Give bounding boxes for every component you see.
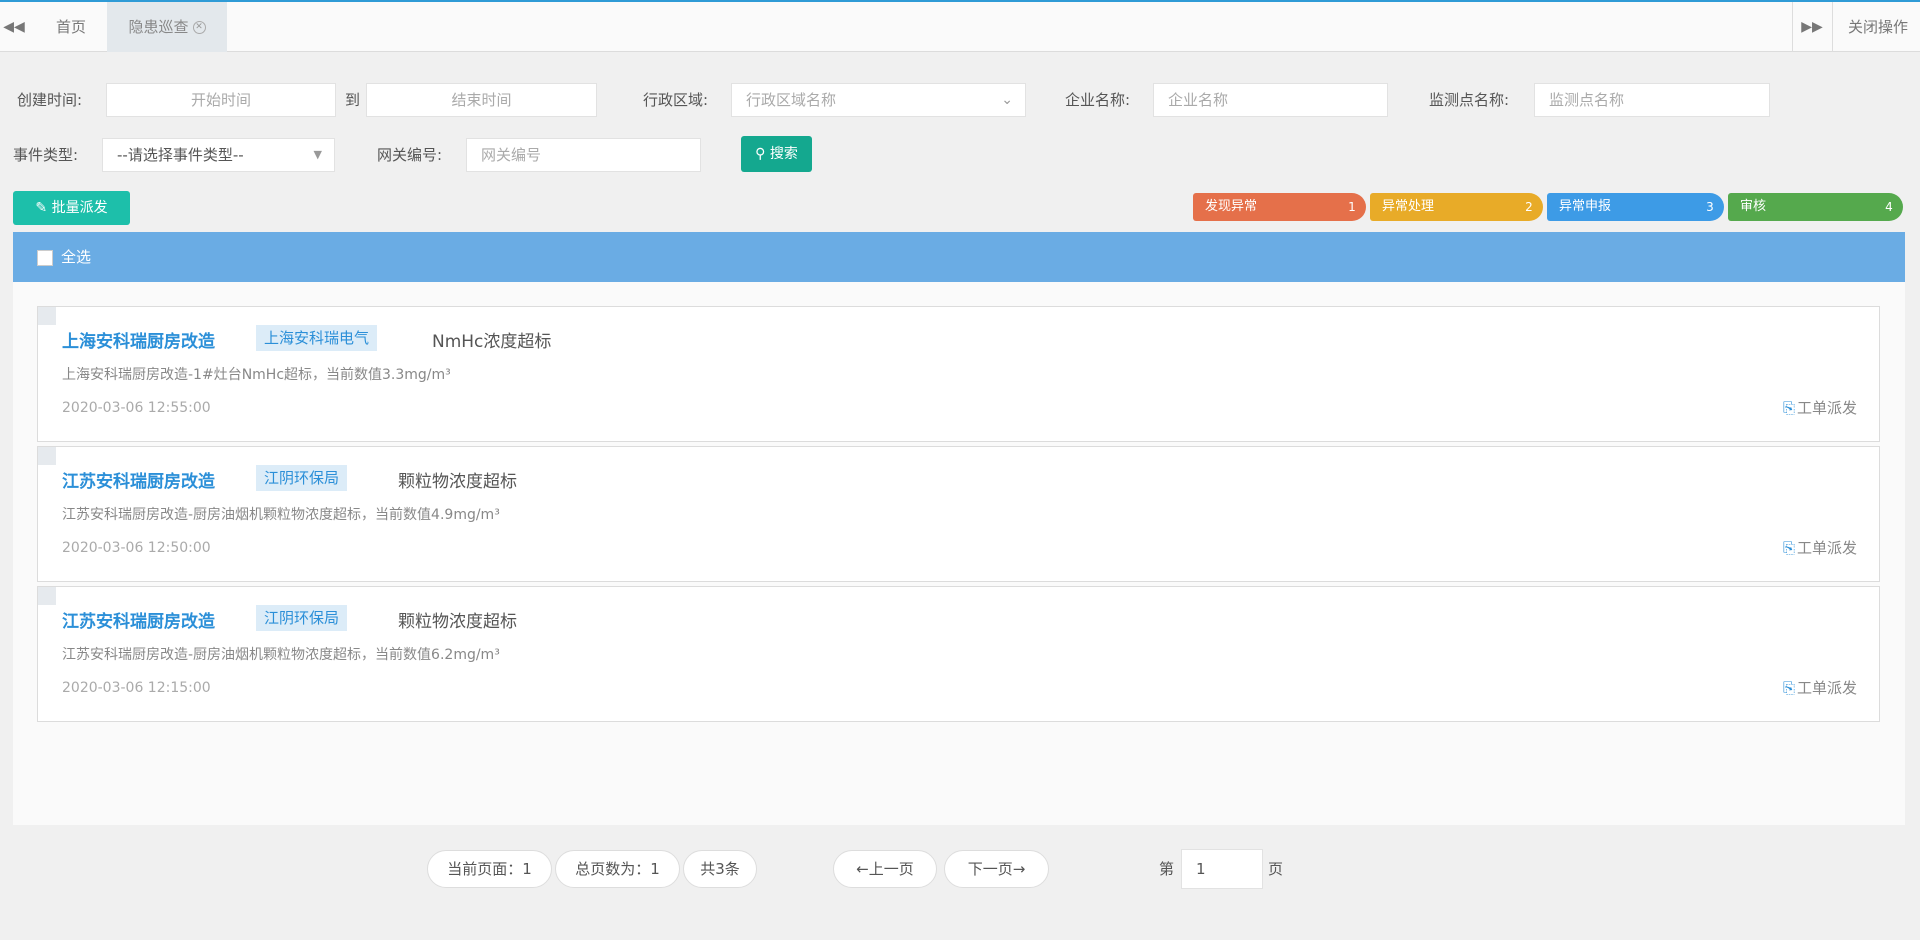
work-order-dispatch-link[interactable]: ⎘ 工单派发: [1783, 537, 1857, 558]
total-count-indicator: 共3条: [683, 850, 757, 888]
company-name[interactable]: 江苏安科瑞厨房改造: [62, 467, 215, 492]
work-order-label: 工单派发: [1796, 539, 1857, 557]
step-number: 4: [1885, 200, 1893, 214]
step-number: 3: [1706, 200, 1714, 214]
goto-page-prefix: 第: [1159, 860, 1175, 878]
monitor-point-input[interactable]: 监测点名称: [1534, 83, 1770, 117]
prev-page-button[interactable]: ←上一页: [833, 850, 937, 888]
total-pages-indicator: 总页数为：1: [555, 850, 680, 888]
step-label: 审核: [1740, 199, 1767, 214]
region-select[interactable]: 行政区域名称 ⌄: [731, 83, 1026, 117]
work-order-icon: ⎘: [1782, 399, 1795, 417]
company-label: 企业名称:: [1065, 91, 1131, 109]
event-description: 上海安科瑞厨房改造-1#灶台NmHc超标，当前数值3.3mg/m³: [62, 367, 451, 383]
region-label: 行政区域:: [643, 91, 709, 109]
gateway-label: 网关编号:: [377, 146, 443, 164]
tab-scroll-right-icon[interactable]: ▶▶: [1793, 2, 1831, 52]
goto-page-input[interactable]: 1: [1181, 849, 1263, 889]
tab-divider: [1832, 2, 1833, 52]
step-label: 异常处理: [1382, 199, 1435, 214]
step-handle[interactable]: 异常处理 2: [1370, 193, 1543, 221]
batch-dispatch-label: 批量派发: [51, 200, 108, 216]
event-type-select-value: --请选择事件类型--: [117, 146, 244, 164]
step-number: 2: [1525, 200, 1533, 214]
event-type-select[interactable]: --请选择事件类型-- ▼: [102, 138, 335, 172]
next-page-button[interactable]: 下一页→: [944, 850, 1049, 888]
list-item: 江苏安科瑞厨房改造 江阴环保局 颗粒物浓度超标 江苏安科瑞厨房改造-厨房油烟机颗…: [37, 586, 1880, 722]
work-order-label: 工单派发: [1796, 399, 1857, 417]
work-order-icon: ⎘: [1782, 679, 1795, 697]
event-description: 江苏安科瑞厨房改造-厨房油烟机颗粒物浓度超标，当前数值4.9mg/m³: [62, 507, 500, 523]
start-time-input[interactable]: 开始时间: [106, 83, 336, 117]
created-time-label: 创建时间:: [17, 91, 83, 109]
work-order-icon: ⎘: [1782, 539, 1795, 557]
search-button[interactable]: ⚲ 搜索: [741, 136, 812, 172]
step-label: 发现异常: [1205, 199, 1258, 214]
event-name: NmHc浓度超标: [432, 332, 552, 352]
goto-page-suffix: 页: [1268, 860, 1284, 878]
end-time-input[interactable]: 结束时间: [366, 83, 597, 117]
company-input[interactable]: 企业名称: [1153, 83, 1388, 117]
tab-current[interactable]: 隐患巡查 ✕: [107, 2, 227, 52]
event-description: 江苏安科瑞厨房改造-厨房油烟机颗粒物浓度超标，当前数值6.2mg/m³: [62, 647, 500, 663]
gateway-input[interactable]: 网关编号: [466, 138, 701, 172]
work-order-dispatch-link[interactable]: ⎘ 工单派发: [1783, 397, 1857, 418]
step-discover[interactable]: 发现异常 1: [1193, 193, 1366, 221]
agency-tag: 江阴环保局: [256, 605, 348, 631]
list-item: 江苏安科瑞厨房改造 江阴环保局 颗粒物浓度超标 江苏安科瑞厨房改造-厨房油烟机颗…: [37, 446, 1880, 582]
batch-dispatch-button[interactable]: ✎ 批量派发: [13, 191, 130, 225]
tab-scroll-left-icon[interactable]: ◀◀: [0, 2, 28, 52]
step-number: 1: [1348, 200, 1356, 214]
event-name: 颗粒物浓度超标: [398, 472, 517, 492]
tab-current-label: 隐患巡查: [128, 18, 189, 36]
step-label: 异常申报: [1559, 199, 1612, 214]
tab-close-icon[interactable]: ✕: [192, 21, 206, 34]
event-time: 2020-03-06 12:50:00: [62, 540, 211, 556]
pencil-icon: ✎: [35, 200, 48, 216]
row-checkbox[interactable]: [38, 587, 56, 605]
search-button-label: 搜索: [769, 146, 798, 162]
select-all-bar: 全选: [13, 232, 1905, 282]
select-all-checkbox[interactable]: [37, 249, 53, 266]
event-time: 2020-03-06 12:55:00: [62, 400, 211, 416]
region-select-value: 行政区域名称: [746, 91, 837, 109]
agency-tag: 上海安科瑞电气: [256, 325, 378, 351]
close-operations-button[interactable]: 关闭操作: [1836, 2, 1920, 52]
work-order-label: 工单派发: [1796, 679, 1857, 697]
event-type-label: 事件类型:: [13, 146, 79, 164]
chevron-down-icon: ⌄: [1001, 92, 1013, 108]
list-item: 上海安科瑞厨房改造 上海安科瑞电气 NmHc浓度超标 上海安科瑞厨房改造-1#灶…: [37, 306, 1880, 442]
event-time: 2020-03-06 12:15:00: [62, 680, 211, 696]
company-name[interactable]: 江苏安科瑞厨房改造: [62, 607, 215, 632]
row-checkbox[interactable]: [38, 307, 56, 325]
company-name[interactable]: 上海安科瑞厨房改造: [62, 327, 215, 352]
search-icon: ⚲: [755, 146, 766, 162]
row-checkbox[interactable]: [38, 447, 56, 465]
step-review[interactable]: 审核 4: [1728, 193, 1903, 221]
event-name: 颗粒物浓度超标: [398, 612, 517, 632]
tab-bar: ◀◀ 首页 隐患巡查 ✕ ▶▶ 关闭操作: [0, 2, 1920, 52]
step-report[interactable]: 异常申报 3: [1547, 193, 1724, 221]
tab-home[interactable]: 首页: [40, 2, 102, 52]
caret-down-icon: ▼: [313, 148, 322, 161]
work-order-dispatch-link[interactable]: ⎘ 工单派发: [1783, 677, 1857, 698]
current-page-indicator: 当前页面：1: [427, 850, 552, 888]
monitor-point-label: 监测点名称:: [1429, 91, 1510, 109]
agency-tag: 江阴环保局: [256, 465, 348, 491]
to-label: 到: [345, 91, 361, 109]
select-all-label[interactable]: 全选: [61, 248, 91, 266]
